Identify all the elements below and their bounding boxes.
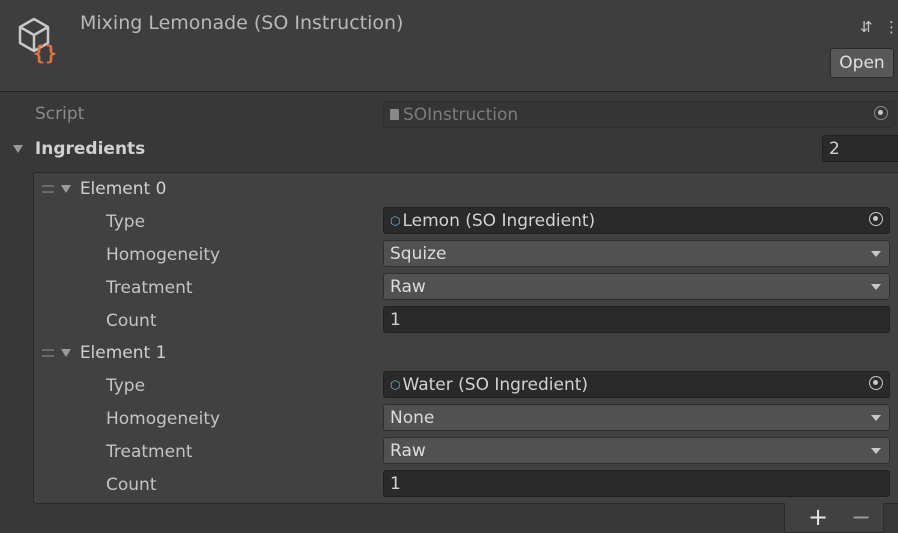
element-1-homogeneity-dropdown[interactable]: None xyxy=(383,404,890,431)
object-picker-icon[interactable] xyxy=(869,212,883,226)
element-0-treatment-label: Treatment xyxy=(106,278,193,298)
element-0-label: Element 0 xyxy=(79,179,167,199)
element-1-foldout[interactable]: Element 1 xyxy=(42,343,166,363)
add-element-button[interactable]: + xyxy=(808,505,828,529)
chevron-down-icon xyxy=(871,251,881,257)
chevron-down-icon xyxy=(871,284,881,290)
ingredients-size-field[interactable]: 2 xyxy=(822,135,898,162)
element-1-label: Element 1 xyxy=(79,343,167,363)
element-1-treatment-dropdown[interactable]: Raw xyxy=(383,437,890,464)
element-0-homogeneity-label: Homogeneity xyxy=(106,245,221,265)
preset-sliders-icon[interactable]: ⇵ xyxy=(860,18,873,36)
object-picker-icon xyxy=(874,106,888,120)
element-1-type-field[interactable]: ⬡ Water (SO Ingredient) xyxy=(383,371,890,398)
element-0-type-label: Type xyxy=(106,212,146,232)
script-field-value: SOInstruction xyxy=(403,104,519,125)
remove-element-button[interactable]: − xyxy=(851,505,871,529)
element-1-homogeneity-label: Homogeneity xyxy=(106,409,221,429)
drag-handle-icon[interactable] xyxy=(42,185,54,193)
element-1-count-field[interactable]: 1 xyxy=(383,470,890,497)
foldout-arrow-icon xyxy=(61,185,72,193)
kebab-menu-icon[interactable]: ⋮ xyxy=(884,18,898,36)
element-1-count-label: Count xyxy=(106,475,157,495)
scriptable-object-small-icon: ⬡ xyxy=(390,213,401,228)
header-divider xyxy=(0,91,898,92)
object-picker-icon[interactable] xyxy=(869,376,883,390)
element-1-treatment-value: Raw xyxy=(390,440,426,461)
chevron-down-icon xyxy=(871,448,881,454)
foldout-arrow-icon xyxy=(61,349,72,357)
element-0-count-field[interactable]: 1 xyxy=(383,306,890,333)
element-1-type-value: Water (SO Ingredient) xyxy=(402,374,589,395)
scriptable-object-small-icon: ⬡ xyxy=(390,377,401,392)
scriptable-object-icon: {} xyxy=(18,17,57,64)
element-0-treatment-value: Raw xyxy=(390,276,426,297)
foldout-arrow-icon xyxy=(13,145,23,153)
ingredients-foldout[interactable]: Ingredients xyxy=(13,139,145,159)
element-0-foldout[interactable]: Element 0 xyxy=(42,179,166,199)
element-0-type-field[interactable]: ⬡ Lemon (SO Ingredient) xyxy=(383,207,890,234)
inspector-title: Mixing Lemonade (SO Instruction) xyxy=(80,12,404,34)
script-label: Script xyxy=(35,104,85,124)
open-button[interactable]: Open xyxy=(830,48,894,78)
element-0-homogeneity-value: Squize xyxy=(390,243,447,264)
element-0-homogeneity-dropdown[interactable]: Squize xyxy=(383,240,890,267)
element-0-type-value: Lemon (SO Ingredient) xyxy=(402,210,596,231)
element-1-homogeneity-value: None xyxy=(390,407,435,428)
element-0-count-label: Count xyxy=(106,311,157,331)
ingredients-label: Ingredients xyxy=(34,139,146,159)
chevron-down-icon xyxy=(871,415,881,421)
drag-handle-icon[interactable] xyxy=(42,349,54,357)
svg-text:{}: {} xyxy=(33,41,57,64)
element-0-treatment-dropdown[interactable]: Raw xyxy=(383,273,890,300)
element-1-type-label: Type xyxy=(106,376,146,396)
script-file-icon xyxy=(390,109,399,120)
element-1-treatment-label: Treatment xyxy=(106,442,193,462)
script-field: SOInstruction xyxy=(383,101,895,128)
